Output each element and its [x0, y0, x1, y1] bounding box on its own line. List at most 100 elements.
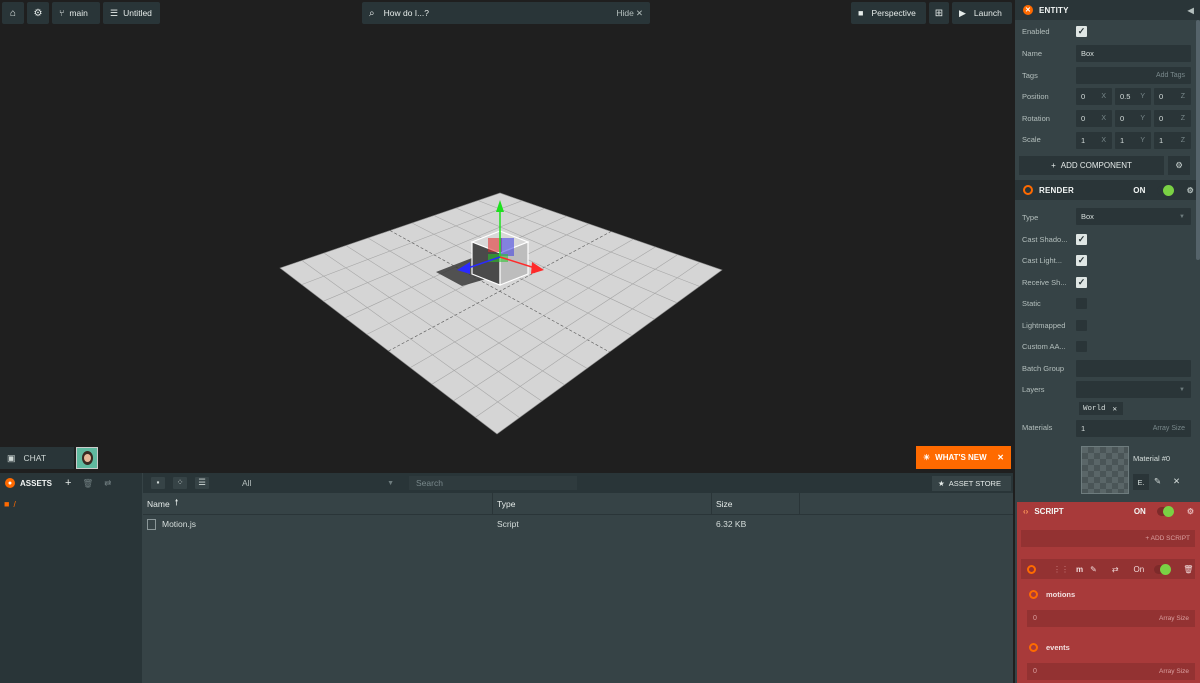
script-toggle[interactable] — [1156, 505, 1174, 517]
gear-icon[interactable]: ⚙ — [1187, 186, 1194, 195]
scale-z-field[interactable]: 1Z — [1154, 132, 1191, 149]
entity-header[interactable]: ✕ ENTITY ◀ — [1015, 0, 1200, 20]
move-icon[interactable]: ⇄ — [104, 478, 111, 489]
layers-label: Layers — [1022, 385, 1045, 394]
rotation-z-field[interactable]: 0Z — [1154, 110, 1191, 127]
render-type-select[interactable]: Box ▼ — [1076, 208, 1191, 225]
enabled-checkbox[interactable]: ✓ — [1076, 26, 1087, 37]
gear-icon[interactable]: ⚙ — [1187, 507, 1194, 516]
asset-folder-tree: ■ / — [0, 493, 142, 683]
static-checkbox[interactable] — [1076, 298, 1087, 309]
camera-button[interactable]: ■ Perspective — [851, 2, 926, 24]
asset-store-button[interactable]: ★ ASSET STORE — [932, 476, 1011, 491]
chat-button[interactable]: ▣ CHAT — [0, 447, 74, 469]
swap-icon[interactable]: ⇄ — [1112, 565, 1119, 574]
script-item-on: On — [1133, 564, 1145, 574]
panel-scrollbar[interactable] — [1196, 20, 1200, 260]
delete-icon[interactable]: 🗑 — [82, 478, 93, 489]
attribute-motions[interactable]: motions — [1021, 584, 1195, 604]
hide-label: Hide — [616, 7, 634, 18]
add-component-button[interactable]: + ADD COMPONENT — [1019, 156, 1164, 175]
rotation-x-value: 0 — [1081, 114, 1086, 123]
project-label: Untitled — [123, 8, 152, 18]
whats-new-banner[interactable]: ☀ WHAT'S NEW ✕ — [916, 446, 1011, 469]
motions-array-field[interactable]: 0 Array Size — [1027, 610, 1195, 627]
project-button[interactable]: ☰ Untitled — [103, 2, 160, 24]
help-search-input[interactable]: How do I...? — [384, 8, 612, 18]
script-item[interactable]: ⋮⋮ m ✎ ⇄ On 🗑 — [1021, 559, 1195, 579]
add-asset-icon[interactable]: + — [65, 477, 71, 489]
events-array-field[interactable]: 0 Array Size — [1027, 663, 1195, 680]
position-z-field[interactable]: 0Z — [1154, 88, 1191, 105]
avatar[interactable] — [76, 447, 98, 469]
scale-x-field[interactable]: 1X — [1076, 132, 1112, 149]
home-icon: ⌂ — [9, 7, 17, 19]
trash-icon[interactable]: 🗑 — [1183, 565, 1193, 574]
attribute-events[interactable]: events — [1021, 637, 1195, 657]
axis-x-label: X — [1101, 93, 1106, 100]
column-name[interactable]: Name 🠕 — [143, 493, 493, 515]
chat-label: CHAT — [23, 453, 47, 463]
folder-root[interactable]: ■ / — [4, 499, 16, 509]
layout-button[interactable]: ⊞ — [929, 2, 949, 24]
tags-field[interactable]: Add Tags — [1076, 67, 1191, 84]
edit-icon[interactable]: ✎ — [1090, 565, 1097, 574]
branch-button[interactable]: ⑂ main — [52, 2, 100, 24]
grid-large-icon[interactable]: ▪ — [151, 477, 165, 489]
hide-button[interactable]: Hide ✕ — [616, 8, 643, 19]
lightmapped-checkbox[interactable] — [1076, 320, 1087, 331]
whats-new-label: WHAT'S NEW — [935, 453, 987, 462]
help-search[interactable]: ⌕ How do I...? Hide ✕ — [362, 2, 650, 24]
launch-button[interactable]: ▶ Launch — [952, 2, 1012, 24]
settings-button[interactable]: ⚙ — [27, 2, 49, 24]
close-icon[interactable]: ✕ — [997, 453, 1004, 462]
home-button[interactable]: ⌂ — [2, 2, 24, 24]
collapse-icon[interactable]: ◀ — [1188, 6, 1194, 15]
position-y-field[interactable]: 0.5 Y — [1115, 88, 1151, 105]
assets-title: ASSETS — [20, 478, 53, 488]
script-header[interactable]: ‹› SCRIPT ON ⚙ — [1017, 502, 1200, 520]
cast-lightmap-checkbox[interactable]: ✓ — [1076, 255, 1087, 266]
table-row[interactable]: Motion.js Script 6.32 KB — [143, 516, 1013, 533]
render-toggle[interactable] — [1156, 184, 1174, 196]
material-thumbnail[interactable] — [1081, 446, 1129, 494]
material-edit-button[interactable]: E. — [1133, 474, 1149, 490]
receive-shadows-checkbox[interactable]: ✓ — [1076, 277, 1087, 288]
name-field[interactable]: Box — [1076, 45, 1191, 62]
sort-arrow-icon: 🠕 — [174, 497, 179, 507]
render-icon — [1023, 185, 1033, 195]
custom-aabb-checkbox[interactable] — [1076, 341, 1087, 352]
drag-handle-icon[interactable]: ⋮⋮ — [1053, 565, 1069, 574]
script-item-toggle[interactable] — [1154, 563, 1172, 575]
materials-count-field[interactable]: 1 Array Size — [1076, 420, 1191, 437]
scale-y-field[interactable]: 1Y — [1115, 132, 1151, 149]
component-settings-button[interactable]: ⚙ — [1168, 156, 1190, 175]
rotation-y-field[interactable]: 0Y — [1115, 110, 1151, 127]
scene-render[interactable] — [0, 0, 1013, 472]
pencil-icon[interactable]: ✎ — [1154, 476, 1161, 487]
close-icon[interactable]: ✕ — [1173, 476, 1180, 487]
asset-search-placeholder: Search — [416, 478, 443, 488]
cast-shadows-checkbox[interactable]: ✓ — [1076, 234, 1087, 245]
viewport[interactable] — [0, 0, 1013, 472]
layers-select[interactable]: ▼ — [1076, 381, 1191, 398]
list-view-icon[interactable]: ☰ — [195, 477, 209, 489]
batch-group-field[interactable] — [1076, 360, 1191, 377]
grid-small-icon[interactable]: ⁘ — [173, 477, 187, 489]
column-size-label: Size — [716, 499, 733, 509]
layer-tag[interactable]: World ✕ — [1079, 402, 1123, 415]
asset-store-label: ASSET STORE — [948, 479, 1001, 488]
gear-icon: ⚙ — [33, 7, 43, 19]
asset-filter-select[interactable]: All ▼ — [235, 476, 400, 490]
column-type[interactable]: Type — [493, 493, 712, 515]
render-header[interactable]: RENDER ON ⚙ — [1015, 180, 1200, 200]
rotation-x-field[interactable]: 0X — [1076, 110, 1112, 127]
add-script-field[interactable]: + ADD SCRIPT — [1021, 530, 1195, 547]
attribute-icon — [1029, 642, 1038, 652]
position-x-field[interactable]: 0X — [1076, 88, 1112, 105]
search-icon: ⌕ — [369, 7, 375, 19]
column-size[interactable]: Size — [712, 493, 800, 515]
close-icon[interactable]: ✕ — [1113, 404, 1118, 414]
asset-search-input[interactable]: Search — [409, 476, 577, 490]
assets-toolbar: ▪ ⁘ ☰ All ▼ Search ★ ASSET STORE — [143, 473, 1013, 493]
